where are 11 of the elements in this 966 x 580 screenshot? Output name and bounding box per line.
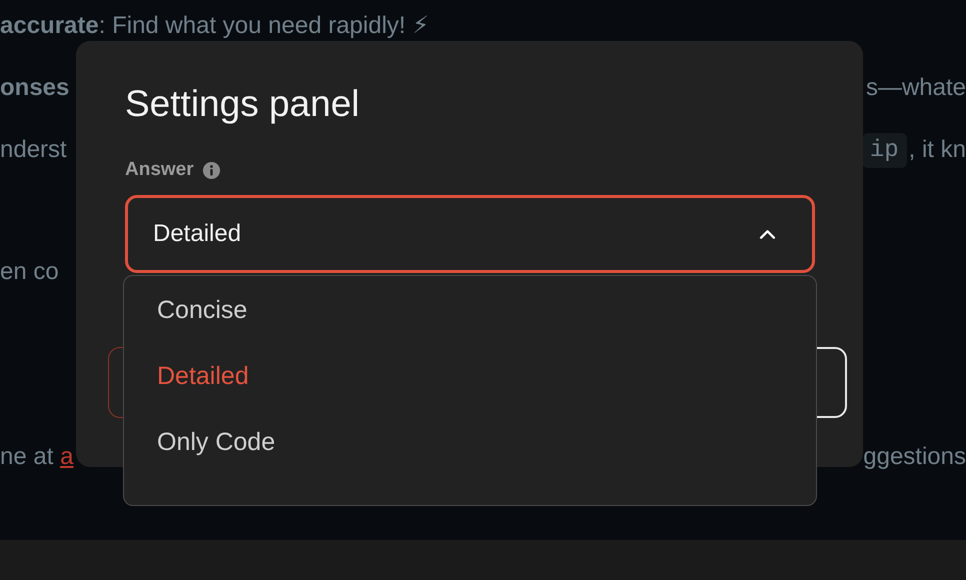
background-text: en co: [0, 258, 59, 286]
background-text: onses: [0, 74, 70, 102]
background-text: , it kn: [908, 136, 966, 164]
inline-code: ip: [862, 132, 907, 168]
background-text: s—whate: [866, 74, 966, 102]
background-text: ggestions: [863, 443, 966, 471]
background-text: ne at: [0, 443, 54, 471]
background-text: nderst: [0, 136, 67, 164]
field-label: Answer: [125, 159, 194, 181]
background-text: accurate: Find what you need rapidly! ⚡: [0, 10, 430, 40]
dialog-title: Settings panel: [125, 82, 361, 126]
